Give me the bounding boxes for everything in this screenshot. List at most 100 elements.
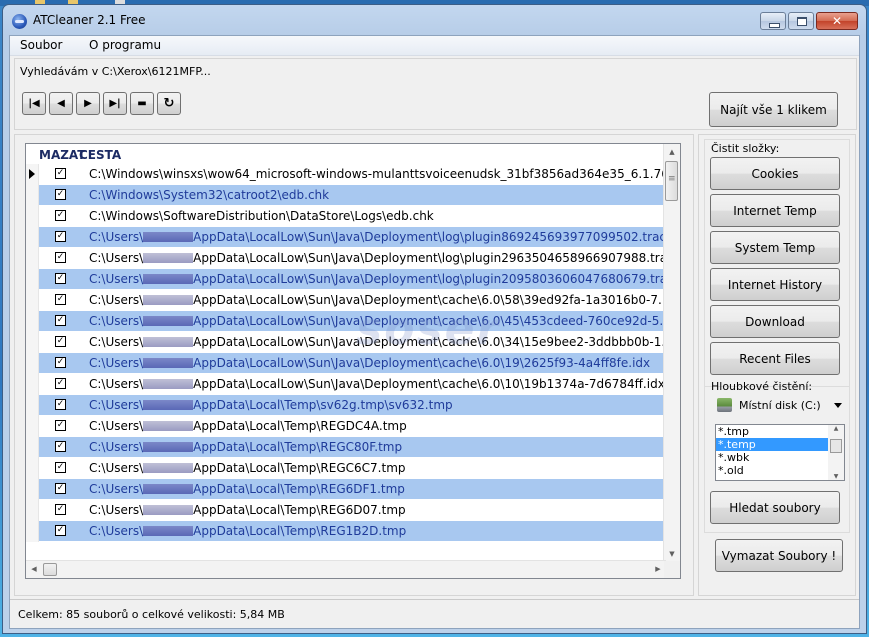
row-selector[interactable]	[26, 206, 39, 227]
table-row[interactable]: ✓ C:\Users\ AppData\LocalLow\Sun\Java\Depl…	[26, 227, 673, 248]
extension-list-item[interactable]: *.old	[716, 464, 828, 477]
internet-temp-button[interactable]: Internet Temp	[710, 194, 840, 227]
menu-o-programu[interactable]: O programu	[89, 38, 161, 52]
table-row[interactable]: ✓ C:\Users\ AppData\LocalLow\Sun\Java\Depl…	[26, 248, 680, 269]
delete-checkbox[interactable]: ✓	[55, 483, 66, 494]
remove-record-button[interactable]: ▬	[130, 92, 154, 115]
delete-checkbox[interactable]: ✓	[55, 378, 66, 389]
path-suffix: AppData\LocalLow\Sun\Java\Deployment\log…	[193, 272, 681, 286]
recent-files-button[interactable]: Recent Files	[710, 342, 840, 375]
delete-checkbox[interactable]: ✓	[55, 210, 66, 221]
extension-list-item[interactable]: *.tmp	[716, 425, 828, 438]
delete-checkbox[interactable]: ✓	[55, 336, 66, 347]
maximize-button[interactable]	[788, 12, 814, 30]
table-row[interactable]: ✓ C:\Users\ AppData\Local\Temp\sv62g.tmp\s…	[26, 395, 666, 416]
cookies-button[interactable]: Cookies	[710, 157, 840, 190]
delete-checkbox[interactable]: ✓	[55, 399, 66, 410]
table-row[interactable]: ✓ C:\Users\ AppData\LocalLow\Sun\Java\Depl…	[26, 290, 680, 311]
table-row[interactable]: ✓ C:\Users\ AppData\Local\Temp\REGC6C7.tmp	[26, 458, 666, 479]
close-button[interactable]: ✕	[816, 12, 858, 30]
delete-files-button[interactable]: Vymazat Soubory !	[715, 539, 843, 572]
row-selector[interactable]	[26, 458, 39, 479]
table-row[interactable]: ✓ C:\Users\ AppData\Local\Temp\REG6D07.tmp	[26, 500, 666, 521]
scroll-up-icon[interactable]: ▲	[828, 425, 844, 432]
table-row[interactable]: ✓ C:\Users\ AppData\Local\Temp\REGC80F.tmp	[26, 437, 666, 458]
row-selector[interactable]	[26, 248, 39, 269]
delete-checkbox[interactable]: ✓	[55, 189, 66, 200]
row-selector[interactable]	[26, 521, 39, 542]
scroll-left-icon[interactable]: ◀	[26, 561, 42, 578]
internet-history-button[interactable]: Internet History	[710, 268, 840, 301]
chevron-down-icon[interactable]	[834, 403, 842, 408]
column-header-path[interactable]: CESTA	[79, 148, 121, 162]
table-row[interactable]: ✓ C:\Users\ AppData\LocalLow\Sun\Java\Depl…	[26, 269, 680, 290]
download-button[interactable]: Download	[710, 305, 840, 338]
row-selector[interactable]	[26, 227, 39, 248]
previous-record-button[interactable]: ◀	[49, 92, 73, 115]
delete-checkbox[interactable]: ✓	[55, 294, 66, 305]
system-temp-button[interactable]: System Temp	[710, 231, 840, 264]
horizontal-scrollbar[interactable]: ◀ ▶	[26, 560, 666, 578]
row-selector[interactable]	[26, 416, 39, 437]
delete-checkbox[interactable]: ✓	[55, 525, 66, 536]
refresh-button[interactable]: ↻	[157, 92, 181, 115]
table-row[interactable]: ✓ C:\Users\ AppData\LocalLow\Sun\Java\Depl…	[26, 374, 666, 395]
next-record-button[interactable]: ▶	[76, 92, 100, 115]
delete-checkbox[interactable]: ✓	[55, 231, 66, 242]
row-selector[interactable]	[26, 374, 39, 395]
find-all-button[interactable]: Najít vše 1 klikem	[709, 92, 838, 127]
extension-list-item[interactable]: *.temp	[716, 438, 828, 451]
delete-checkbox[interactable]: ✓	[55, 357, 66, 368]
delete-checkbox[interactable]: ✓	[55, 504, 66, 515]
table-row[interactable]: ✓ C:\Users\ AppData\LocalLow\Sun\Java\Depl…	[26, 332, 680, 353]
row-selector[interactable]	[26, 395, 39, 416]
row-selector[interactable]	[26, 479, 39, 500]
delete-checkbox[interactable]: ✓	[55, 273, 66, 284]
prev-icon: ◀	[57, 98, 65, 109]
path-prefix: C:\Windows\SoftwareDistribution\DataStor…	[89, 209, 434, 223]
row-path: C:\Users\ AppData\LocalLow\Sun\Java\Deplo…	[89, 293, 680, 307]
row-selector[interactable]	[26, 500, 39, 521]
hscroll-thumb[interactable]	[43, 563, 57, 576]
table-row[interactable]: ✓ C:\Users\ AppData\LocalLow\Sun\Java\Depl…	[26, 353, 666, 374]
scroll-down-icon[interactable]: ▼	[828, 473, 844, 480]
scroll-thumb[interactable]	[665, 161, 678, 201]
table-row[interactable]: ✓ C:\Users\ AppData\Local\Temp\REG6DF1.tmp	[26, 479, 666, 500]
extension-list-scrollbar[interactable]: ▲ ▼	[828, 425, 844, 480]
row-selector[interactable]	[26, 437, 39, 458]
extension-list-item[interactable]: *.wbk	[716, 451, 828, 464]
delete-checkbox[interactable]: ✓	[55, 462, 66, 473]
table-row[interactable]: ✓ C:\Users\ AppData\LocalLow\Sun\Java\Depl…	[26, 311, 680, 332]
row-selector[interactable]	[26, 185, 39, 206]
last-record-button[interactable]: ▶|	[103, 92, 127, 115]
table-row[interactable]: ✓ C:\Windows\System32\catroot2\edb.chk	[26, 185, 666, 206]
menu-soubor[interactable]: Soubor	[20, 38, 62, 52]
delete-checkbox[interactable]: ✓	[55, 168, 66, 179]
delete-checkbox[interactable]: ✓	[55, 441, 66, 452]
delete-checkbox[interactable]: ✓	[55, 420, 66, 431]
scroll-down-icon[interactable]: ▼	[664, 546, 680, 562]
vertical-scrollbar[interactable]: ▲ ▼	[663, 144, 680, 562]
drive-select[interactable]: Místní disk (C:)	[715, 395, 846, 417]
row-selector[interactable]	[26, 311, 39, 332]
row-selector[interactable]	[26, 269, 39, 290]
extension-list[interactable]: *.tmp *.temp *.wbk *.old ▲ ▼	[715, 424, 845, 481]
table-row[interactable]: ✓ C:\Windows\winsxs\wow64_microsoft-windo…	[26, 164, 680, 185]
first-record-button[interactable]: |◀	[22, 92, 46, 115]
table-row[interactable]: ✓ C:\Users\ AppData\Local\Temp\REG1B2D.tmp	[26, 521, 666, 542]
table-row[interactable]: ✓ C:\Windows\SoftwareDistribution\DataSto…	[26, 206, 666, 227]
row-selector[interactable]	[26, 290, 39, 311]
row-path: C:\Users\ AppData\LocalLow\Sun\Java\Deplo…	[89, 356, 650, 370]
delete-checkbox[interactable]: ✓	[55, 315, 66, 326]
path-prefix: C:\Users\	[89, 440, 144, 454]
scroll-thumb[interactable]	[830, 439, 842, 453]
scroll-up-icon[interactable]: ▲	[664, 144, 680, 160]
title-bar[interactable]: ATCleaner 2.1 Free ✕	[3, 5, 866, 35]
search-files-button[interactable]: Hledat soubory	[710, 491, 840, 524]
minimize-button[interactable]	[760, 12, 786, 30]
first-icon: |◀	[28, 98, 40, 109]
table-row[interactable]: ✓ C:\Users\ AppData\Local\Temp\REGDC4A.tmp	[26, 416, 666, 437]
row-selector[interactable]	[26, 332, 39, 353]
delete-checkbox[interactable]: ✓	[55, 252, 66, 263]
row-selector[interactable]	[26, 353, 39, 374]
